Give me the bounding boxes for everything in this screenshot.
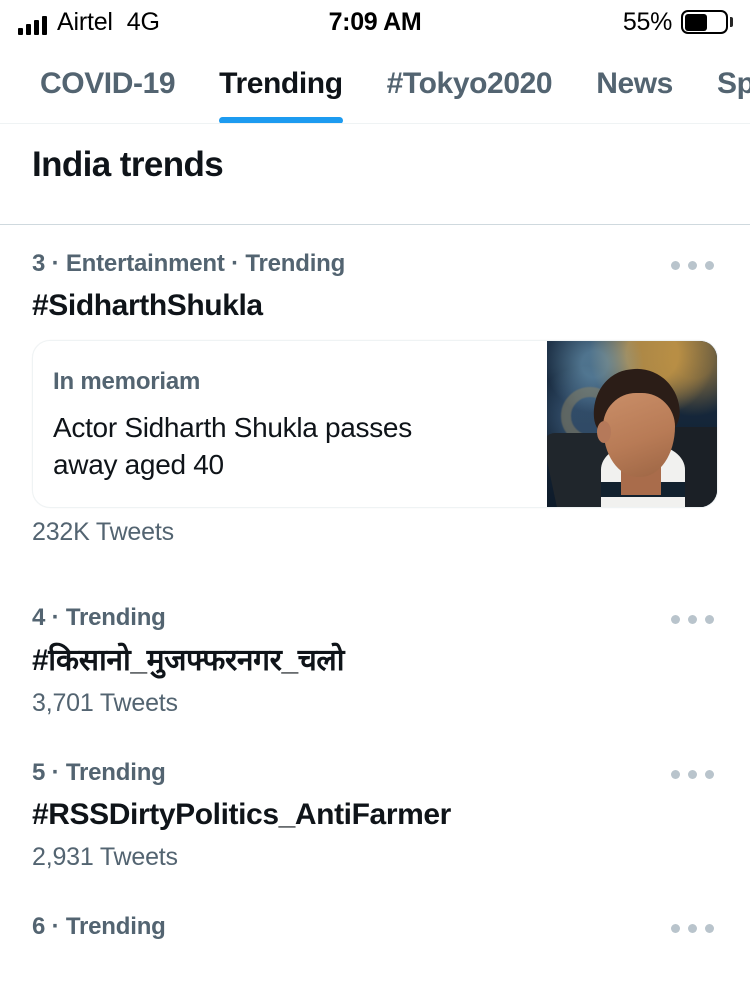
more-options-icon[interactable] [665,918,720,939]
status-bar-right: 55% [622,7,733,37]
news-card-kicker: In memoriam [53,368,201,396]
news-card[interactable]: In memoriam Actor Sidharth Shukla passes… [32,340,718,509]
trend-name: #RSSDirtyPolitics_AntiFarmer [32,798,451,832]
trend-item-3[interactable]: 3 · Entertainment · Trending #SidharthSh… [0,225,750,547]
battery-percent-label: 55% [622,7,672,36]
tab-covid-19[interactable]: COVID-19 [18,44,197,123]
trend-name: #किसानो_मुजफ्फरनगर_चलो [32,643,345,677]
active-tab-indicator [219,116,343,123]
trend-tweet-count: 2,931 Tweets [32,843,178,872]
tab-bar[interactable]: COVID-19 Trending #Tokyo2020 News Sp [0,44,750,124]
tab-tokyo2020[interactable]: #Tokyo2020 [365,44,575,123]
tab-label: COVID-19 [40,66,176,100]
tab-trending[interactable]: Trending [197,44,364,123]
clipped-trend-row [0,206,750,224]
news-card-thumbnail [547,341,717,508]
more-options-icon[interactable] [665,609,720,630]
news-card-headline: Actor Sidharth Shukla passes away aged 4… [53,411,412,480]
trend-item-4[interactable]: 4 · Trending #किसानो_मुजफ्फरनगर_चलो 3,70… [0,547,750,717]
tab-label: News [596,66,673,100]
more-options-icon[interactable] [665,255,720,276]
more-options-icon[interactable] [665,764,720,785]
news-card-text: In memoriam Actor Sidharth Shukla passes… [33,341,547,507]
tab-sports[interactable]: Sp [695,44,750,123]
trend-tweet-count: 232K Tweets [32,518,174,547]
page-title: India trends [32,145,224,184]
trend-meta: 5 · Trending [32,758,166,786]
section-header: India trends [0,124,750,206]
tab-news[interactable]: News [574,44,695,123]
tab-label: Sp [716,66,750,100]
tab-label: Trending [219,66,343,100]
trend-meta: 6 · Trending [32,913,166,941]
trend-meta: 4 · Trending [32,604,166,632]
trend-item-5[interactable]: 5 · Trending #RSSDirtyPolitics_AntiFarme… [0,718,750,872]
app-screen: Airtel 4G 7:09 AM 55% COVID-19 Trending … [0,0,750,996]
tab-label: #Tokyo2020 [386,66,553,100]
status-bar: Airtel 4G 7:09 AM 55% [0,0,750,44]
trend-name: #SidharthShukla [32,289,263,323]
battery-icon [681,10,733,34]
trend-item-6[interactable]: 6 · Trending [0,872,750,940]
trend-meta: 3 · Entertainment · Trending [32,250,346,277]
trend-tweet-count: 3,701 Tweets [32,688,178,717]
